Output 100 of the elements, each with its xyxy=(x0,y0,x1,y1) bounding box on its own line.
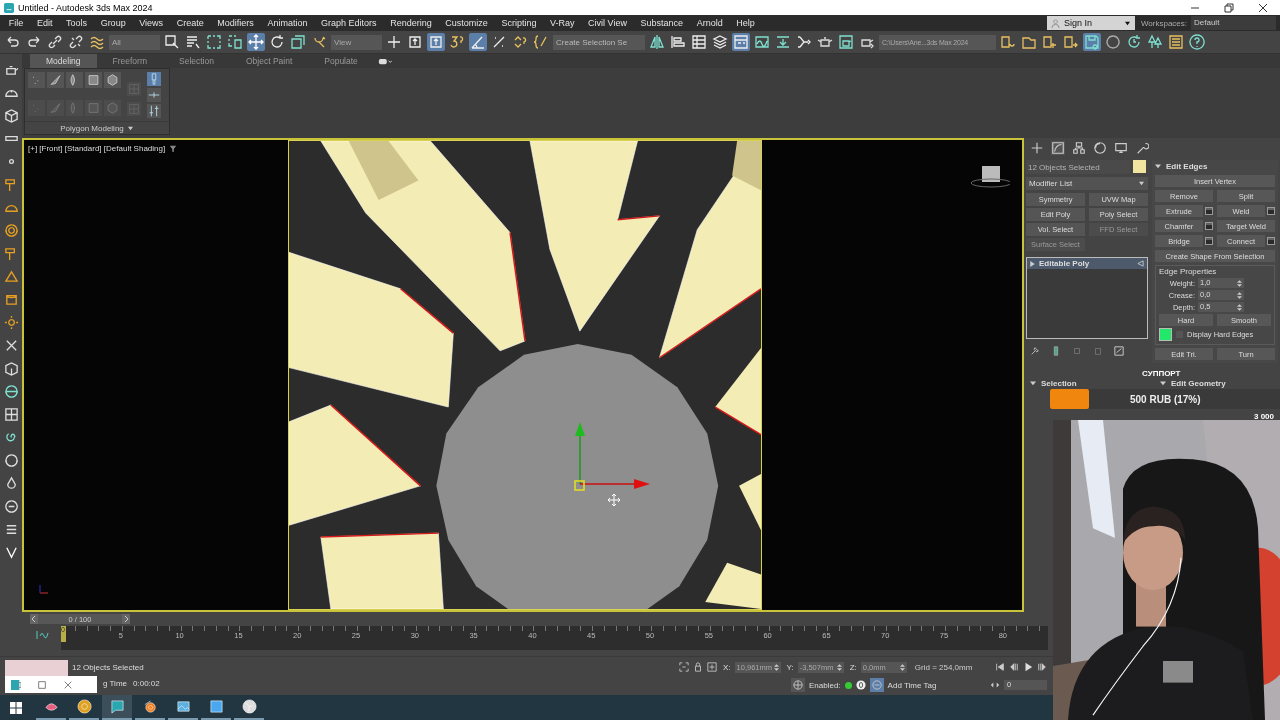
cube-icon[interactable] xyxy=(3,108,19,123)
help-icon[interactable] xyxy=(1188,33,1206,51)
table-icon[interactable] xyxy=(690,33,708,51)
menu-item[interactable]: Rendering xyxy=(383,18,439,28)
scale-icon[interactable] xyxy=(289,33,307,51)
cylinder-icon[interactable] xyxy=(3,292,19,307)
crosshair-icon[interactable] xyxy=(385,33,403,51)
plus-icon[interactable] xyxy=(1030,141,1044,155)
add-time-tag-label[interactable]: Add Time Tag xyxy=(887,680,937,690)
expand-arrow-icon[interactable] xyxy=(1030,260,1035,267)
polygon-icon[interactable] xyxy=(85,72,102,88)
angle-snap-icon[interactable] xyxy=(469,33,487,51)
edge-icon[interactable] xyxy=(47,72,64,88)
expand-arrow-icon[interactable] xyxy=(1030,380,1036,386)
document-lines-icon[interactable] xyxy=(1167,33,1185,51)
sliders-icon[interactable] xyxy=(147,104,161,118)
spinner-arrows-icon[interactable] xyxy=(899,662,905,672)
zero-icon[interactable] xyxy=(855,680,866,690)
hierarchy-icon[interactable] xyxy=(1072,141,1086,155)
snap-icon[interactable] xyxy=(448,33,466,51)
unlink-icon[interactable] xyxy=(67,33,85,51)
color-swatch[interactable] xyxy=(1159,328,1172,341)
expand-arrow-icon[interactable] xyxy=(1155,163,1161,169)
triangle-icon[interactable] xyxy=(1137,260,1144,267)
previous-icon[interactable] xyxy=(30,614,38,624)
absolute-mode-icon[interactable] xyxy=(707,662,717,672)
ribbon-icon[interactable] xyxy=(732,33,750,51)
pin-icon[interactable] xyxy=(1030,346,1040,356)
square-arrow-icon[interactable] xyxy=(427,33,445,51)
wrench-icon[interactable] xyxy=(1135,141,1149,155)
rollout-header[interactable]: Edit Geometry xyxy=(1160,378,1260,388)
sign-in-dropdown[interactable]: Sign In xyxy=(1046,16,1135,30)
object-color-swatch[interactable] xyxy=(1133,160,1146,173)
stack-item[interactable]: Editable Poly xyxy=(1027,258,1147,269)
close-icon[interactable] xyxy=(1258,2,1268,13)
spinner-arrows-icon[interactable] xyxy=(1237,278,1242,288)
settings-icon[interactable] xyxy=(1205,222,1213,230)
workspace-dropdown[interactable]: Default xyxy=(1191,16,1276,30)
mirror-icon[interactable] xyxy=(648,33,666,51)
curve-editor-icon[interactable] xyxy=(753,33,771,51)
curve-editor-icon[interactable] xyxy=(35,630,51,640)
menu-item[interactable]: Animation xyxy=(260,18,315,28)
folder-add-icon[interactable] xyxy=(1041,33,1059,51)
save-clock-icon[interactable] xyxy=(1083,33,1101,51)
viewport-label[interactable]: [+] [Front] [Standard] [Default Shading] xyxy=(28,144,166,153)
select-icon[interactable] xyxy=(163,33,181,51)
settings-icon[interactable] xyxy=(1267,207,1275,215)
settings-icon[interactable] xyxy=(1205,207,1213,215)
menu-item[interactable]: File xyxy=(2,18,31,28)
wedge-icon[interactable] xyxy=(3,269,19,284)
border-icon[interactable] xyxy=(66,72,83,88)
ps-icon[interactable] xyxy=(208,699,224,714)
align-icon[interactable] xyxy=(669,33,687,51)
show-result-icon[interactable] xyxy=(1051,346,1061,356)
menu-item[interactable]: V-Ray xyxy=(543,18,582,28)
move-icon[interactable] xyxy=(247,33,265,51)
sun-icon[interactable] xyxy=(3,315,19,330)
menu-item[interactable]: Arnold xyxy=(689,18,730,28)
menu-item[interactable]: Tools xyxy=(59,18,94,28)
viewport[interactable]: [+] [Front] [Standard] [Default Shading] xyxy=(22,138,1024,612)
view-cube-icon[interactable] xyxy=(970,164,1010,188)
menu-item[interactable]: Create xyxy=(169,18,211,28)
trees-icon[interactable] xyxy=(1146,33,1164,51)
settings-icon[interactable] xyxy=(1267,237,1275,245)
refresh-icon[interactable] xyxy=(1125,33,1143,51)
camera-icon[interactable] xyxy=(377,57,392,65)
ribbon-tab[interactable]: Modeling xyxy=(30,54,97,68)
curve-icon[interactable] xyxy=(1051,141,1065,155)
menu-item[interactable]: Civil View xyxy=(581,18,634,28)
menu-item[interactable]: Scripting xyxy=(494,18,544,28)
filter-icon[interactable] xyxy=(169,144,178,153)
photo-icon[interactable] xyxy=(175,699,191,714)
modifier-list-dropdown[interactable]: Modifier List xyxy=(1026,177,1148,190)
menu-item[interactable]: Substance xyxy=(633,18,690,28)
ribbon-tab[interactable]: Object Paint xyxy=(229,54,309,68)
spinner-arrows-icon[interactable] xyxy=(1237,302,1242,312)
spinner-arrows-icon[interactable] xyxy=(836,662,842,672)
windows-start-icon[interactable] xyxy=(10,701,22,714)
go-to-start-icon[interactable] xyxy=(995,662,1005,672)
rollout-header[interactable]: Selection xyxy=(1030,378,1130,388)
caret-icon[interactable] xyxy=(126,125,134,131)
record-icon[interactable] xyxy=(241,699,257,714)
element-icon[interactable] xyxy=(104,72,121,88)
menu-item[interactable]: Customize xyxy=(438,18,495,28)
maximize-icon[interactable] xyxy=(37,679,47,690)
selection-filter-dropdown[interactable]: All xyxy=(109,34,160,50)
menu-item[interactable]: Views xyxy=(132,18,170,28)
ribbon-tab[interactable]: Populate xyxy=(308,54,374,68)
object-name-field[interactable]: 12 Objects Selected xyxy=(1026,160,1130,174)
dope-sheet-icon[interactable] xyxy=(774,33,792,51)
reference-coordinate-dropdown[interactable]: View xyxy=(331,34,382,50)
next-icon[interactable] xyxy=(122,614,130,624)
monitor-icon[interactable] xyxy=(1114,141,1128,155)
blender-icon[interactable] xyxy=(142,699,158,714)
expand-arrow-icon[interactable] xyxy=(1160,380,1166,386)
play-icon[interactable] xyxy=(1023,662,1033,672)
ring-icon[interactable] xyxy=(3,223,19,238)
folder-gear-icon[interactable] xyxy=(999,33,1017,51)
browser-icon[interactable] xyxy=(76,699,92,714)
settings-icon[interactable] xyxy=(1205,237,1213,245)
